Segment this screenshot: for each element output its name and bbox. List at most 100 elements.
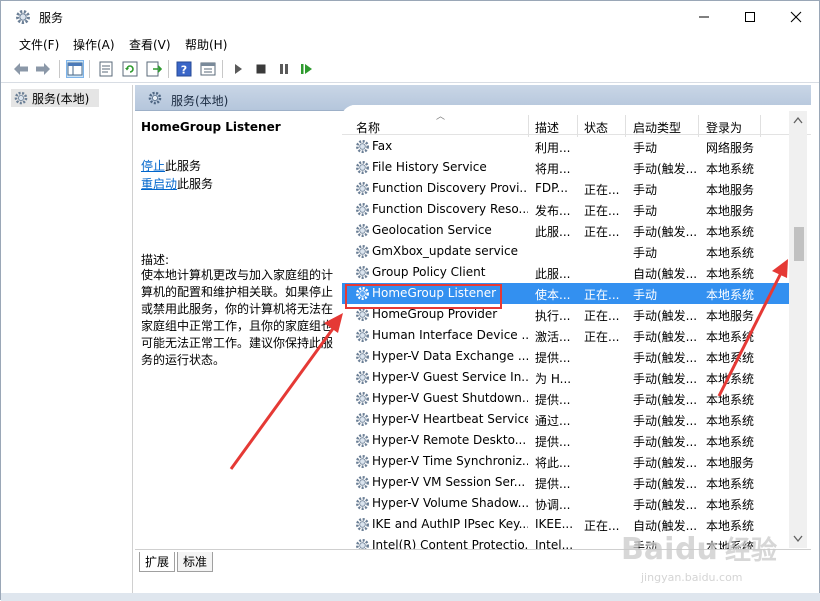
table-row[interactable]: Function Discovery Reso... 发布... 正在... 手动 本地…	[342, 199, 792, 220]
back-button[interactable]	[12, 60, 30, 78]
stop-icon	[256, 64, 266, 74]
restart-service-link[interactable]: 重启动	[141, 177, 177, 191]
column-separator[interactable]	[760, 115, 761, 137]
table-row[interactable]: Hyper-V Data Exchange ... 提供... 手动(触发... 本地…	[342, 346, 792, 367]
tree-item-services-local[interactable]: 服务(本地)	[11, 89, 99, 107]
vertical-scrollbar[interactable]	[789, 111, 807, 548]
cell-startup-type: 手动(触发...	[633, 351, 697, 365]
table-row[interactable]: Human Interface Device ... 激活... 正在... 手动(触…	[342, 325, 792, 346]
forward-button[interactable]	[34, 60, 52, 78]
cell-logon-as: 网络服务	[706, 141, 755, 155]
cell-logon-as: 本地系统	[706, 162, 755, 176]
table-row[interactable]: Hyper-V Volume Shadow... 协调... 手动(触发... 本地系…	[342, 493, 792, 514]
properties-button[interactable]	[97, 60, 115, 78]
description-pane: HomeGroup Listener 停止此服务 重启动此服务 描述: 使本地计…	[135, 111, 335, 571]
menu-view[interactable]: 查看(V)	[129, 36, 171, 53]
table-row[interactable]: Function Discovery Provi... FDP... 正在... 手动…	[342, 178, 792, 199]
title-bar: 服务	[1, 1, 819, 33]
gear-icon	[14, 91, 28, 105]
close-button[interactable]	[773, 1, 819, 33]
cell-status: 正在...	[584, 225, 620, 239]
cell-description: 将此...	[535, 456, 571, 470]
table-row[interactable]: File History Service 将用... 手动(触发... 本地系统	[342, 157, 792, 178]
minimize-button[interactable]	[681, 1, 727, 33]
cell-description: 为 H...	[535, 372, 572, 386]
cell-name: Function Discovery Provi...	[372, 181, 528, 195]
column-logon-as[interactable]: 登录为	[706, 119, 742, 136]
cell-name: File History Service	[372, 160, 487, 174]
toolbar-separator	[222, 60, 223, 78]
column-separator[interactable]	[625, 115, 626, 137]
cell-description: 此服...	[535, 225, 571, 239]
menu-help[interactable]: 帮助(H)	[185, 36, 227, 53]
cell-startup-type: 自动(触发...	[633, 267, 697, 281]
service-gear-icon	[356, 140, 369, 153]
cell-startup-type: 手动	[633, 183, 658, 197]
column-name[interactable]: 名称	[356, 119, 380, 136]
scroll-thumb[interactable]	[794, 227, 804, 261]
tab-standard[interactable]: 标准	[177, 552, 214, 572]
cell-description: 协调...	[535, 498, 571, 512]
gear-icon	[148, 91, 162, 105]
cell-description: 将用...	[535, 162, 571, 176]
highlight-annotation	[345, 284, 502, 309]
console-tree-button[interactable]	[66, 60, 84, 78]
menu-action[interactable]: 操作(A)	[73, 36, 115, 53]
cell-startup-type: 手动	[633, 204, 658, 218]
view-button[interactable]	[199, 60, 217, 78]
table-row[interactable]: GmXbox_update service 手动 本地系统	[342, 241, 792, 262]
help-button[interactable]: ?	[175, 60, 193, 78]
cell-logon-as: 本地系统	[706, 435, 755, 449]
restart-service-button[interactable]	[298, 60, 316, 78]
scroll-up-icon[interactable]	[793, 116, 803, 124]
console-tree-icon	[67, 62, 83, 76]
table-row[interactable]: Group Policy Client 此服... 自动(触发... 本地系统	[342, 262, 792, 283]
cell-name: Function Discovery Reso...	[372, 202, 528, 216]
table-row[interactable]: Fax 利用... 手动 网络服务	[342, 136, 792, 157]
cell-description: FDP...	[535, 181, 568, 195]
tree-item-label: 服务(本地)	[32, 91, 90, 106]
maximize-button[interactable]	[727, 1, 773, 33]
cell-status: 正在...	[584, 330, 620, 344]
table-row[interactable]: Hyper-V Guest Shutdown... 提供... 手动(触发... 本地…	[342, 388, 792, 409]
cell-logon-as: 本地系统	[706, 288, 755, 302]
table-row[interactable]: Hyper-V VM Session Ser... 提供... 手动(触发... 本地…	[342, 472, 792, 493]
service-gear-icon	[356, 203, 369, 216]
service-gear-icon	[356, 497, 369, 510]
cell-startup-type: 手动(触发...	[633, 414, 697, 428]
cell-status: 正在...	[584, 309, 620, 323]
cell-name: Hyper-V Volume Shadow...	[372, 496, 528, 510]
gear-icon	[16, 10, 30, 24]
table-row[interactable]: Hyper-V Remote Deskto... 提供... 手动(触发... 本地系…	[342, 430, 792, 451]
pause-service-button[interactable]	[275, 60, 293, 78]
column-startup-type[interactable]: 启动类型	[633, 119, 681, 136]
maximize-icon	[745, 12, 755, 22]
console-tree: 服务(本地)	[7, 85, 133, 595]
table-row[interactable]: Hyper-V Time Synchroniz... 将此... 手动(触发... 本…	[342, 451, 792, 472]
cell-name: Hyper-V Guest Service In...	[372, 370, 528, 384]
cell-startup-type: 手动(触发...	[633, 309, 697, 323]
export-button[interactable]	[145, 60, 163, 78]
cell-startup-type: 手动(触发...	[633, 435, 697, 449]
services-content: 服务(本地) HomeGroup Listener 停止此服务 重启动此服务 描…	[135, 85, 811, 571]
cell-name: Hyper-V Guest Shutdown...	[372, 391, 528, 405]
table-row[interactable]: Geolocation Service 此服... 正在... 手动(触发... 本地系…	[342, 220, 792, 241]
back-arrow-icon	[14, 63, 28, 75]
cell-name: Hyper-V VM Session Ser...	[372, 475, 526, 489]
tab-extended[interactable]: 扩展	[139, 552, 176, 572]
column-description[interactable]: 描述	[535, 119, 559, 136]
table-row[interactable]: Hyper-V Guest Service In... 为 H... 手动(触发..…	[342, 367, 792, 388]
refresh-button[interactable]	[121, 60, 139, 78]
start-service-button[interactable]	[229, 60, 247, 78]
stop-service-button[interactable]	[252, 60, 270, 78]
column-separator[interactable]	[698, 115, 699, 137]
cell-description: 激活...	[535, 330, 571, 344]
column-status[interactable]: 状态	[584, 119, 608, 136]
menu-file[interactable]: 文件(F)	[19, 36, 59, 53]
column-separator[interactable]	[577, 115, 578, 137]
stop-service-link[interactable]: 停止	[141, 159, 165, 173]
column-separator[interactable]	[528, 115, 529, 137]
menu-bar: 文件(F) 操作(A) 查看(V) 帮助(H)	[1, 33, 819, 55]
service-gear-icon	[356, 182, 369, 195]
table-row[interactable]: Hyper-V Heartbeat Service 通过... 手动(触发... 本地…	[342, 409, 792, 430]
